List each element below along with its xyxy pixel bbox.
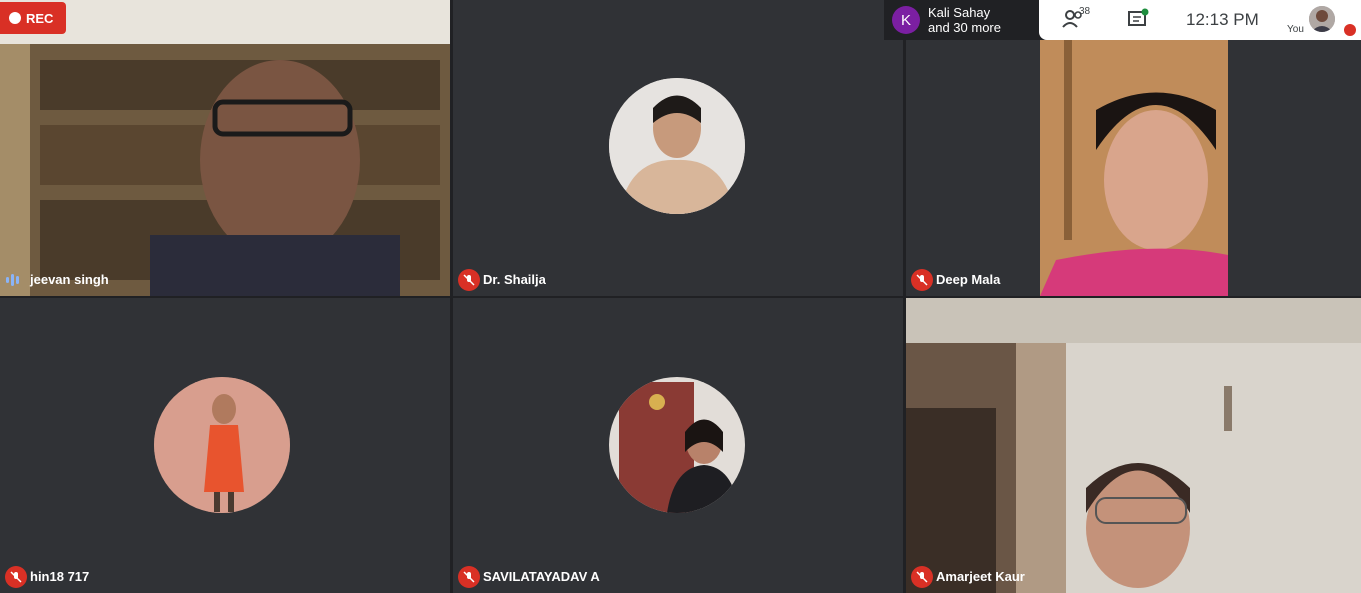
people-count-badge: 38 xyxy=(1079,6,1091,17)
presence-line-1: Kali Sahay xyxy=(928,5,991,20)
video-tile-dr-shailja[interactable]: Dr. Shailja xyxy=(453,0,903,296)
mic-off-icon xyxy=(458,269,480,291)
video-tile-amarjeet-kaur[interactable]: Amarjeet Kaur xyxy=(906,298,1361,593)
recording-label: REC xyxy=(26,10,54,26)
video-tile-deep-mala[interactable]: Deep Mala xyxy=(906,0,1361,296)
video-tile-savilatayadav-a[interactable]: SAVILATAYADAV A xyxy=(453,298,903,593)
video-tile-hin18-717[interactable]: hin18 717 xyxy=(0,298,450,593)
participant-name: jeevan singh xyxy=(30,272,109,287)
participant-name: Dr. Shailja xyxy=(483,272,546,287)
chat-icon[interactable] xyxy=(1127,8,1149,35)
participant-name: hin18 717 xyxy=(30,569,90,584)
meeting-toolbar: 38 12:13 PM You xyxy=(1039,0,1361,40)
participant-avatar xyxy=(609,377,745,513)
meeting-clock: 12:13 PM xyxy=(1186,10,1259,29)
participant-video xyxy=(906,298,1361,593)
participant-name: SAVILATAYADAV A xyxy=(483,569,600,584)
participant-avatar xyxy=(154,377,290,513)
mic-off-icon xyxy=(911,269,933,291)
mic-off-icon xyxy=(458,566,480,588)
speaking-indicator-icon xyxy=(6,273,19,287)
participant-video xyxy=(0,0,450,296)
participant-name: Amarjeet Kaur xyxy=(936,569,1025,584)
participant-video xyxy=(906,0,1361,296)
self-mic-off-icon xyxy=(1344,24,1356,36)
recording-indicator: REC xyxy=(0,2,66,34)
participant-avatar: K xyxy=(892,6,920,34)
self-label: You xyxy=(1287,24,1304,35)
presence-line-2: and 30 more xyxy=(928,20,1001,35)
video-tile-jeevan-singh[interactable]: REC jeevan singh xyxy=(0,0,450,296)
mic-off-icon xyxy=(911,566,933,588)
self-avatar[interactable] xyxy=(1309,6,1335,32)
record-dot-icon xyxy=(9,12,21,24)
mic-off-icon xyxy=(5,566,27,588)
participant-avatar xyxy=(609,78,745,214)
participant-name: Deep Mala xyxy=(936,272,1001,287)
participants-presence-chip[interactable]: K Kali Sahay and 30 more xyxy=(884,0,1044,40)
